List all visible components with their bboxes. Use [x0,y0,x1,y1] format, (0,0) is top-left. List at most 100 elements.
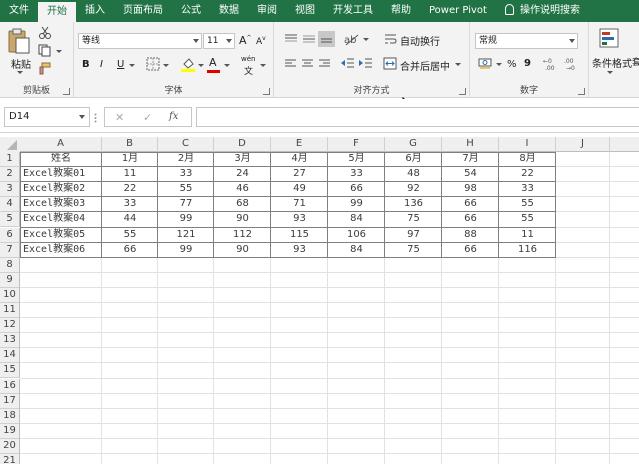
align-bottom-icon[interactable] [318,31,335,47]
table-cell[interactable]: Excel教案05 [20,228,102,243]
wrap-text-button[interactable]: 自动换行 [400,33,440,48]
table-cell[interactable]: 97 [385,228,442,243]
comma-style-button[interactable]: 9 [524,58,531,69]
row-header-10[interactable]: 10 [0,287,20,303]
accounting-dropdown-icon[interactable] [496,63,502,66]
table-cell[interactable]: 75 [385,212,442,227]
table-cell[interactable]: 116 [499,243,556,258]
accounting-format-icon[interactable] [478,56,494,70]
table-cell[interactable]: 99 [158,212,214,227]
phonetic-guide-button[interactable]: wén [241,55,255,63]
orientation-dropdown-icon[interactable] [363,38,369,41]
table-cell[interactable]: 93 [271,212,328,227]
table-cell[interactable]: 88 [442,228,499,243]
worksheet-grid[interactable]: A B C D E F G H I J 1 2 3 4 5 6 7 8 9 10 11 12 13 14 15 16 17 18 19 2… [0,133,639,464]
table-cell[interactable]: 68 [214,197,271,212]
table-cell[interactable]: 33 [499,182,556,197]
phonetic-dropdown-icon[interactable] [260,64,266,67]
format-painter-icon[interactable] [38,62,52,75]
table-cell[interactable]: 44 [102,212,158,227]
table-header-cell[interactable]: 姓名 [20,152,102,167]
italic-button[interactable]: I [100,59,103,70]
tell-me-search[interactable]: 操作说明搜索 [496,0,589,22]
column-header-g[interactable]: G [385,137,442,152]
merge-center-icon[interactable] [383,57,397,70]
tab-review[interactable]: 审阅 [248,0,286,22]
underline-dropdown-icon[interactable] [129,64,135,67]
table-cell[interactable]: 115 [271,228,328,243]
column-header-d[interactable]: D [214,137,271,152]
select-all-corner[interactable] [0,137,20,152]
tab-page-layout[interactable]: 页面布局 [114,0,172,22]
shrink-font-button[interactable]: Av [256,35,266,47]
table-cell[interactable]: 33 [158,167,214,182]
font-dialog-launcher-icon[interactable] [263,88,270,95]
table-cell[interactable]: 55 [158,182,214,197]
table-cell[interactable]: 92 [385,182,442,197]
table-cell[interactable]: 77 [158,197,214,212]
row-header-4[interactable]: 4 [0,197,20,213]
tab-formulas[interactable]: 公式 [172,0,210,22]
grow-font-button[interactable]: A^ [239,34,252,47]
tab-file[interactable]: 文件 [0,0,38,22]
table-cell[interactable]: 98 [442,182,499,197]
align-top-icon[interactable] [284,33,298,45]
table-cell[interactable]: 11 [102,167,158,182]
borders-dropdown-icon[interactable] [163,64,169,67]
conditional-formatting-button[interactable]: 条件格式 [592,55,632,70]
column-header-j[interactable]: J [556,137,610,152]
column-header-b[interactable]: B [102,137,158,152]
table-cell[interactable]: 33 [328,167,385,182]
paste-icon[interactable] [8,28,30,54]
row-header-7[interactable]: 7 [0,242,20,258]
table-cell[interactable]: 55 [499,197,556,212]
table-header-cell[interactable]: 4月 [271,152,328,167]
row-header-21[interactable]: 21 [0,454,20,464]
tab-help[interactable]: 帮助 [382,0,420,22]
table-cell[interactable]: Excel教案04 [20,212,102,227]
alignment-dialog-launcher-icon[interactable] [459,88,466,95]
row-header-9[interactable]: 9 [0,272,20,288]
table-header-cell[interactable]: 7月 [442,152,499,167]
row-header-19[interactable]: 19 [0,423,20,439]
formula-input[interactable] [196,107,639,127]
table-cell[interactable]: 121 [158,228,214,243]
align-middle-icon[interactable] [302,33,316,45]
row-header-1[interactable]: 1 [0,152,20,167]
table-cell[interactable]: Excel教案01 [20,167,102,182]
number-format-combo[interactable]: 常规 [475,33,578,49]
tab-developer[interactable]: 开发工具 [324,0,382,22]
table-cell[interactable]: Excel教案06 [20,243,102,258]
row-header-12[interactable]: 12 [0,318,20,334]
merge-center-button[interactable]: 合并后居中 [400,58,450,73]
row-header-3[interactable]: 3 [0,182,20,198]
table-cell[interactable]: 90 [214,243,271,258]
font-color-button[interactable]: A [209,56,217,69]
table-cell[interactable]: 66 [442,243,499,258]
font-name-combo[interactable]: 等线 [78,33,202,49]
font-color-dropdown-icon[interactable] [224,64,230,67]
table-cell[interactable]: 66 [442,197,499,212]
insert-function-icon[interactable]: fx [169,111,178,122]
row-header-14[interactable]: 14 [0,348,20,364]
table-cell[interactable]: 33 [102,197,158,212]
row-header-20[interactable]: 20 [0,438,20,454]
table-cell[interactable]: 112 [214,228,271,243]
conditional-dropdown-icon[interactable] [607,71,613,74]
align-left-icon[interactable] [284,58,297,69]
orientation-icon[interactable]: ab [344,32,360,46]
table-cell[interactable]: 49 [271,182,328,197]
table-header-cell[interactable]: 5月 [328,152,385,167]
borders-icon[interactable] [146,57,160,71]
clipboard-dialog-launcher-icon[interactable] [63,88,70,95]
table-cell[interactable]: 48 [385,167,442,182]
table-cell[interactable]: 75 [385,243,442,258]
enter-icon[interactable]: ✓ [143,111,152,124]
row-header-16[interactable]: 16 [0,378,20,394]
merge-dropdown-icon[interactable] [455,63,461,66]
conditional-formatting-icon[interactable] [599,28,621,50]
table-cell[interactable]: Excel教案02 [20,182,102,197]
column-header-h[interactable]: H [442,137,499,152]
table-cell[interactable]: 27 [271,167,328,182]
table-cell[interactable]: 66 [102,243,158,258]
